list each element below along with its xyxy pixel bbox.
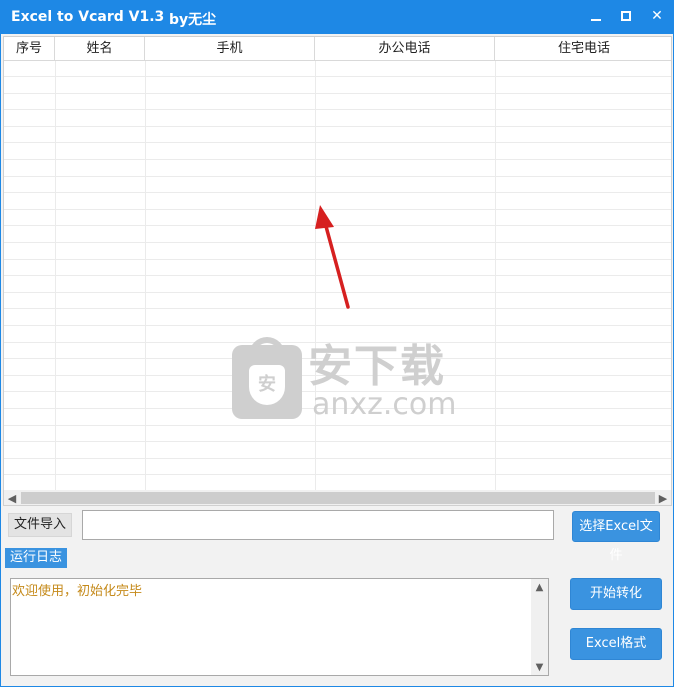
column-header-home-phone[interactable]: 住宅电话 <box>495 37 671 61</box>
log-label: 运行日志 <box>5 548 67 568</box>
log-message: 欢迎使用，初始化完毕 <box>12 584 143 599</box>
start-convert-button[interactable]: 开始转化 <box>570 578 662 610</box>
select-excel-button[interactable]: 选择Excel文件 <box>572 511 660 563</box>
scroll-down-icon[interactable]: ▼ <box>531 659 548 675</box>
table-row[interactable] <box>4 144 671 160</box>
contacts-grid[interactable]: 序号 姓名 手机 办公电话 住宅电话 安 安下载 anxz.com ◀ ▶ <box>3 36 672 506</box>
grid-header: 序号 姓名 手机 办公电话 住宅电话 <box>4 37 671 61</box>
file-import-label: 文件导入 <box>8 513 72 537</box>
table-row[interactable] <box>4 177 671 194</box>
excel-format-button[interactable]: Excel格式 <box>570 628 662 660</box>
app-title: Excel to Vcard V1.3 <box>11 9 165 25</box>
file-path-input[interactable] <box>82 510 554 540</box>
scrollbar-thumb[interactable] <box>21 492 655 504</box>
scroll-left-icon[interactable]: ◀ <box>4 490 20 505</box>
maximize-button[interactable] <box>615 5 637 27</box>
column-divider <box>145 61 146 491</box>
table-row[interactable] <box>4 111 671 127</box>
horizontal-scrollbar[interactable]: ◀ ▶ <box>4 490 671 505</box>
app-window: Excel to Vcard V1.3 by无尘 ✕ 序号 姓名 手机 办公电话… <box>0 0 674 687</box>
red-arrow-annotation <box>315 205 350 309</box>
close-button[interactable]: ✕ <box>646 5 668 27</box>
table-row[interactable] <box>4 78 671 94</box>
maximize-icon <box>621 11 631 21</box>
column-header-name[interactable]: 姓名 <box>55 37 145 61</box>
minimize-button[interactable] <box>585 5 607 27</box>
table-row[interactable] <box>4 61 671 77</box>
table-row[interactable] <box>4 127 671 144</box>
table-row[interactable] <box>4 94 671 111</box>
log-textarea[interactable]: 欢迎使用，初始化完毕 ▲ ▼ <box>10 578 549 676</box>
table-row[interactable] <box>4 343 671 360</box>
table-row[interactable] <box>4 426 671 443</box>
table-row[interactable] <box>4 376 671 393</box>
title-bar[interactable]: Excel to Vcard V1.3 by无尘 ✕ <box>1 1 673 34</box>
column-header-index[interactable]: 序号 <box>4 37 55 61</box>
arrow-head <box>315 205 334 229</box>
column-header-office-phone[interactable]: 办公电话 <box>315 37 495 61</box>
app-author: by无尘 <box>169 12 217 28</box>
scroll-up-icon[interactable]: ▲ <box>531 579 548 595</box>
table-row[interactable] <box>4 161 671 177</box>
close-icon: ✕ <box>651 8 663 24</box>
table-row[interactable] <box>4 459 671 476</box>
log-vertical-scrollbar[interactable]: ▲ ▼ <box>531 579 548 675</box>
table-row[interactable] <box>4 327 671 343</box>
minimize-icon <box>591 19 601 21</box>
column-divider <box>55 61 56 491</box>
table-row[interactable] <box>4 410 671 426</box>
column-header-mobile[interactable]: 手机 <box>145 37 315 61</box>
column-divider <box>495 61 496 491</box>
table-row[interactable] <box>4 443 671 459</box>
scroll-right-icon[interactable]: ▶ <box>655 490 671 505</box>
table-row[interactable] <box>4 360 671 376</box>
table-row[interactable] <box>4 393 671 409</box>
arrow-shaft <box>322 217 350 309</box>
